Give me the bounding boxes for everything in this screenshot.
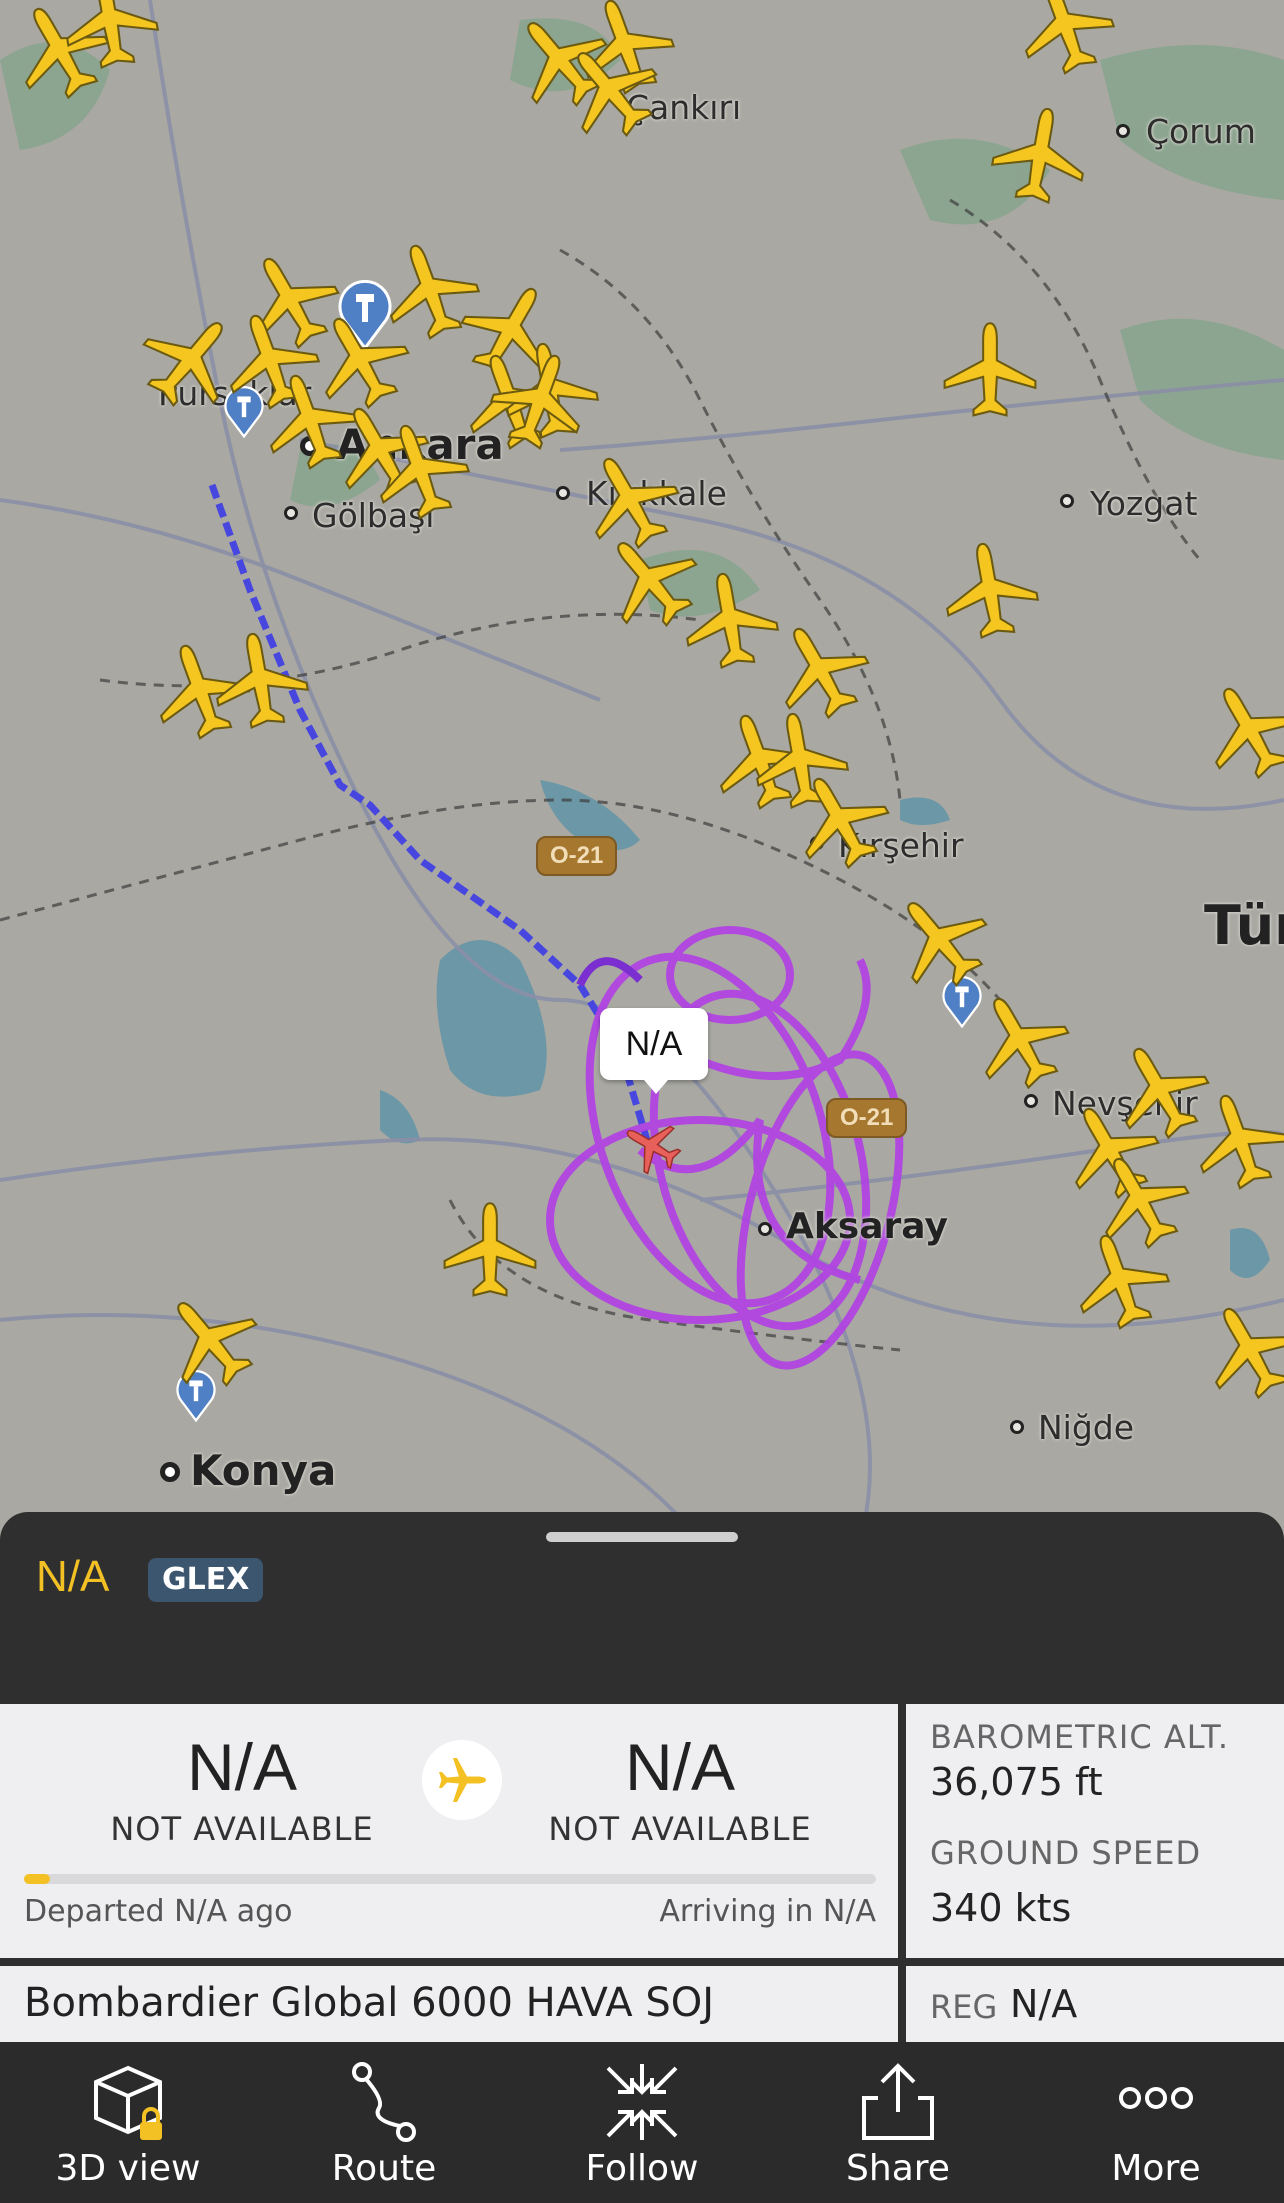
tab-label: Follow [585, 2148, 699, 2189]
cube-lock-icon [94, 2065, 162, 2140]
selected-flight-label[interactable]: N/A [600, 1008, 708, 1094]
route-icon [352, 2062, 416, 2142]
departed-text: Departed N/A ago [24, 1894, 293, 1929]
ground-speed-label: GROUND SPEED [930, 1834, 1202, 1872]
city-dot [1024, 1094, 1038, 1108]
arriving-text: Arriving in N/A [659, 1894, 876, 1929]
destination-airport[interactable]: N/A NOT AVAILABLE [510, 1730, 850, 1848]
city-label: Aksaray [786, 1206, 948, 1247]
aircraft-icon[interactable] [1065, 1225, 1175, 1335]
share-icon [862, 2063, 934, 2140]
city-label: Konya [190, 1446, 337, 1495]
city-label: Çorum [1146, 112, 1256, 151]
road-shield: O-21 [826, 1098, 908, 1138]
aircraft-icon[interactable] [135, 305, 245, 415]
aircraft-panel[interactable]: Bombardier Global 6000 HAVA SOJ [0, 1966, 898, 2042]
aircraft-icon[interactable] [1195, 675, 1284, 785]
flight-callsign: N/A [36, 1552, 110, 1601]
city-dot [758, 1222, 772, 1236]
city-dot [1010, 1420, 1024, 1434]
3d-view-button[interactable]: 3D view [0, 2042, 256, 2203]
aircraft-type-badge: GLEX [148, 1558, 264, 1602]
barometric-alt-label: BAROMETRIC ALT. [930, 1718, 1230, 1756]
more-button[interactable]: More [1028, 2042, 1284, 2203]
aircraft-icon[interactable] [985, 100, 1095, 210]
city-label: Tür [1204, 894, 1284, 957]
flight-progress-fill [24, 1874, 50, 1884]
aircraft-icon[interactable] [785, 765, 895, 875]
follow-button[interactable]: Follow [514, 2042, 770, 2203]
city-dot [284, 506, 298, 520]
city-dot [556, 486, 570, 500]
aircraft-icon[interactable] [935, 535, 1045, 645]
destination-code: N/A [624, 1730, 736, 1804]
follow-icon [606, 2064, 678, 2140]
origin-code: N/A [186, 1730, 298, 1804]
route-panel[interactable]: N/A NOT AVAILABLE N/A NOT AVAILABLE Depa… [0, 1704, 898, 1958]
aircraft-icon[interactable] [1185, 1085, 1284, 1195]
flight-progress-bar [24, 1874, 876, 1884]
aircraft-icon[interactable] [885, 885, 995, 995]
aircraft-icon[interactable] [205, 625, 315, 735]
aircraft-icon[interactable] [55, 0, 165, 75]
sheet-drag-handle[interactable] [546, 1532, 738, 1542]
selected-aircraft-icon[interactable] [620, 1114, 684, 1178]
tab-label: Share [846, 2148, 950, 2189]
aircraft-type-name: Bombardier Global 6000 HAVA SOJ [24, 1980, 715, 2026]
road-shield: O-21 [536, 836, 618, 876]
bottom-action-bar: 3D view Route Follow Share More [0, 2042, 1284, 2203]
registration-panel: REG N/A [906, 1966, 1284, 2042]
flight-map[interactable]: Çankırı Çorum Pursaklar Ankara Gölbaşı K… [0, 0, 1284, 1540]
origin-airport[interactable]: N/A NOT AVAILABLE [72, 1730, 412, 1848]
destination-name: NOT AVAILABLE [548, 1810, 812, 1848]
city-label: Yozgat [1090, 484, 1198, 523]
aircraft-icon[interactable] [555, 35, 665, 145]
ground-speed-value: 340 kts [930, 1886, 1072, 1930]
aircraft-icon[interactable] [1010, 0, 1120, 80]
city-label: Niğde [1038, 1408, 1135, 1447]
barometric-alt-value: 36,075 ft [930, 1760, 1103, 1804]
city-dot [1116, 124, 1130, 138]
route-button[interactable]: Route [256, 2042, 512, 2203]
aircraft-icon[interactable] [1195, 1295, 1284, 1405]
aircraft-icon[interactable] [485, 345, 595, 455]
airplane-icon [422, 1740, 502, 1820]
aircraft-icon[interactable] [965, 985, 1075, 1095]
tab-label: 3D view [55, 2148, 201, 2189]
city-dot [1060, 494, 1074, 508]
share-button[interactable]: Share [770, 2042, 1026, 2203]
origin-name: NOT AVAILABLE [110, 1810, 374, 1848]
aircraft-icon[interactable] [435, 1195, 545, 1305]
registration-value: N/A [1010, 1982, 1078, 2026]
registration-label: REG [930, 1988, 998, 2026]
more-dots-icon [1119, 2087, 1193, 2109]
stats-panel: BAROMETRIC ALT. 36,075 ft GROUND SPEED 3… [906, 1704, 1284, 1958]
tab-label: Route [331, 2148, 437, 2189]
aircraft-icon[interactable] [365, 415, 475, 525]
aircraft-icon[interactable] [155, 1285, 265, 1395]
aircraft-icon[interactable] [935, 315, 1045, 425]
tab-label: More [1111, 2148, 1201, 2189]
city-dot [160, 1462, 180, 1482]
